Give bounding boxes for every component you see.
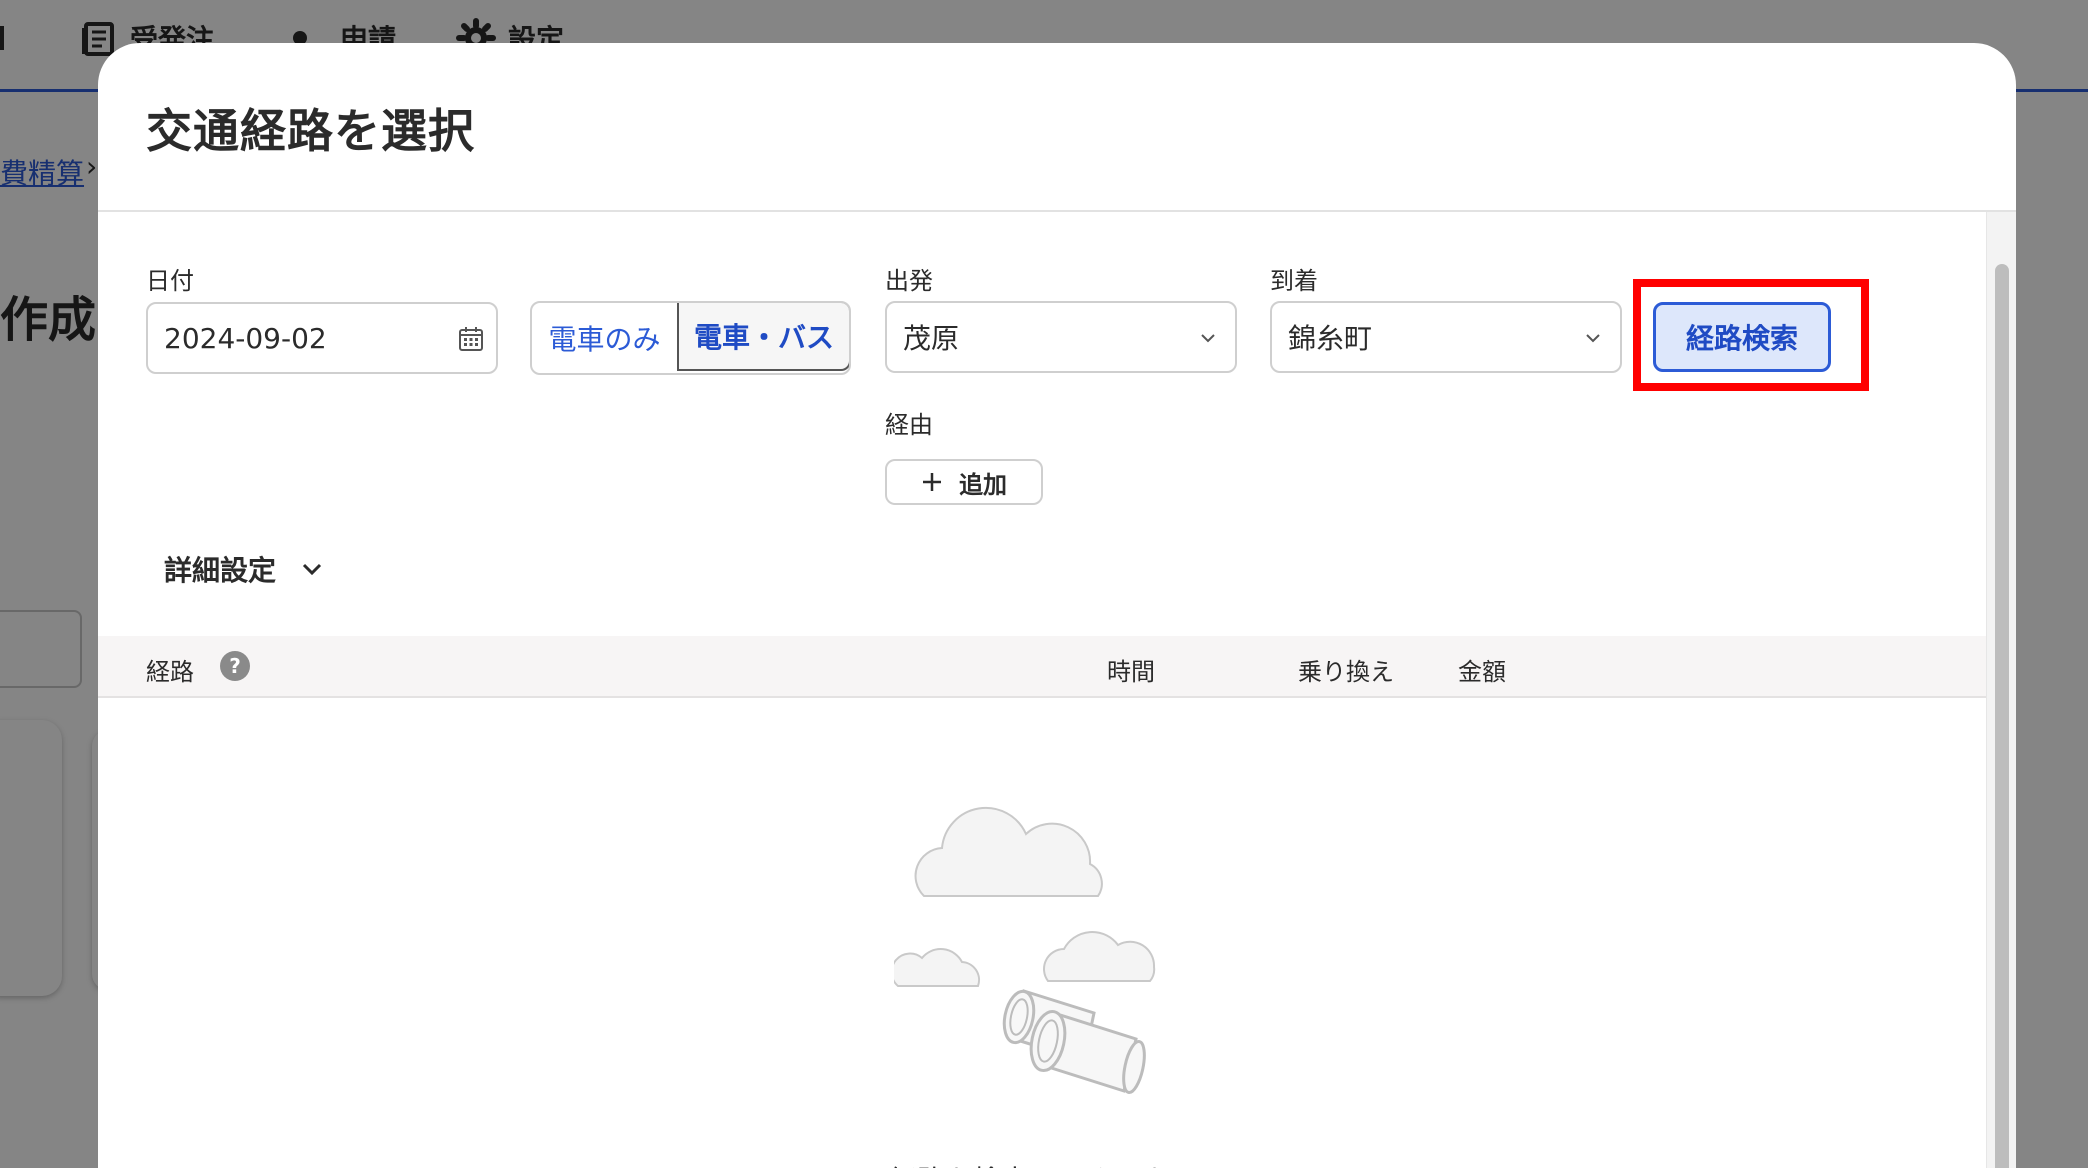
scrollbar-thumb[interactable] (1995, 264, 2009, 1168)
column-transfers: 乗り換え (1298, 658, 1394, 686)
column-fare: 金額 (1458, 658, 1506, 686)
modal-header: 交通経路を選択 (98, 43, 2016, 212)
date-value: 2024-09-02 (164, 321, 327, 355)
results-table-header: 経路 ? 時間 乗り換え 金額 (98, 636, 1986, 698)
chevron-down-icon (1586, 334, 1600, 343)
mode-train-bus-button[interactable]: 電車・バス (677, 303, 849, 371)
departure-value: 茂原 (903, 322, 960, 355)
departure-label: 出発 (885, 267, 933, 295)
empty-state-message: 経路を検索してください (98, 1159, 1986, 1168)
add-via-button[interactable]: 追加 (885, 459, 1043, 505)
via-label: 経由 (885, 411, 933, 439)
chevron-down-icon (1201, 334, 1215, 343)
column-time: 時間 (1107, 658, 1155, 686)
modal-title: 交通経路を選択 (146, 104, 475, 158)
empty-state-illustration (894, 806, 1156, 1095)
mode-train-only-button[interactable]: 電車のみ (532, 303, 677, 373)
date-label: 日付 (146, 267, 194, 295)
chevron-down-icon (302, 563, 322, 576)
route-search-button[interactable]: 経路検索 (1653, 302, 1831, 372)
departure-select[interactable]: 茂原 (885, 301, 1237, 373)
arrival-label: 到着 (1270, 267, 1318, 295)
calendar-icon[interactable] (456, 324, 486, 354)
date-input[interactable]: 2024-09-02 (146, 302, 498, 374)
arrival-select[interactable]: 錦糸町 (1270, 301, 1622, 373)
plus-icon (923, 473, 941, 491)
add-via-label: 追加 (959, 470, 1007, 499)
column-route: 経路 (146, 658, 194, 686)
transport-mode-toggle: 電車のみ 電車・バス (530, 301, 851, 375)
detail-settings-label: 詳細設定 (164, 554, 277, 587)
route-select-modal: 交通経路を選択 日付 2024-09-02 電車のみ 電車・バス 出発 茂原 到… (98, 43, 2016, 1168)
help-icon[interactable]: ? (220, 651, 250, 681)
detail-settings-toggle[interactable]: 詳細設定 (164, 549, 326, 589)
modal-scrollbar[interactable] (1986, 212, 2016, 1168)
arrival-value: 錦糸町 (1288, 322, 1373, 355)
